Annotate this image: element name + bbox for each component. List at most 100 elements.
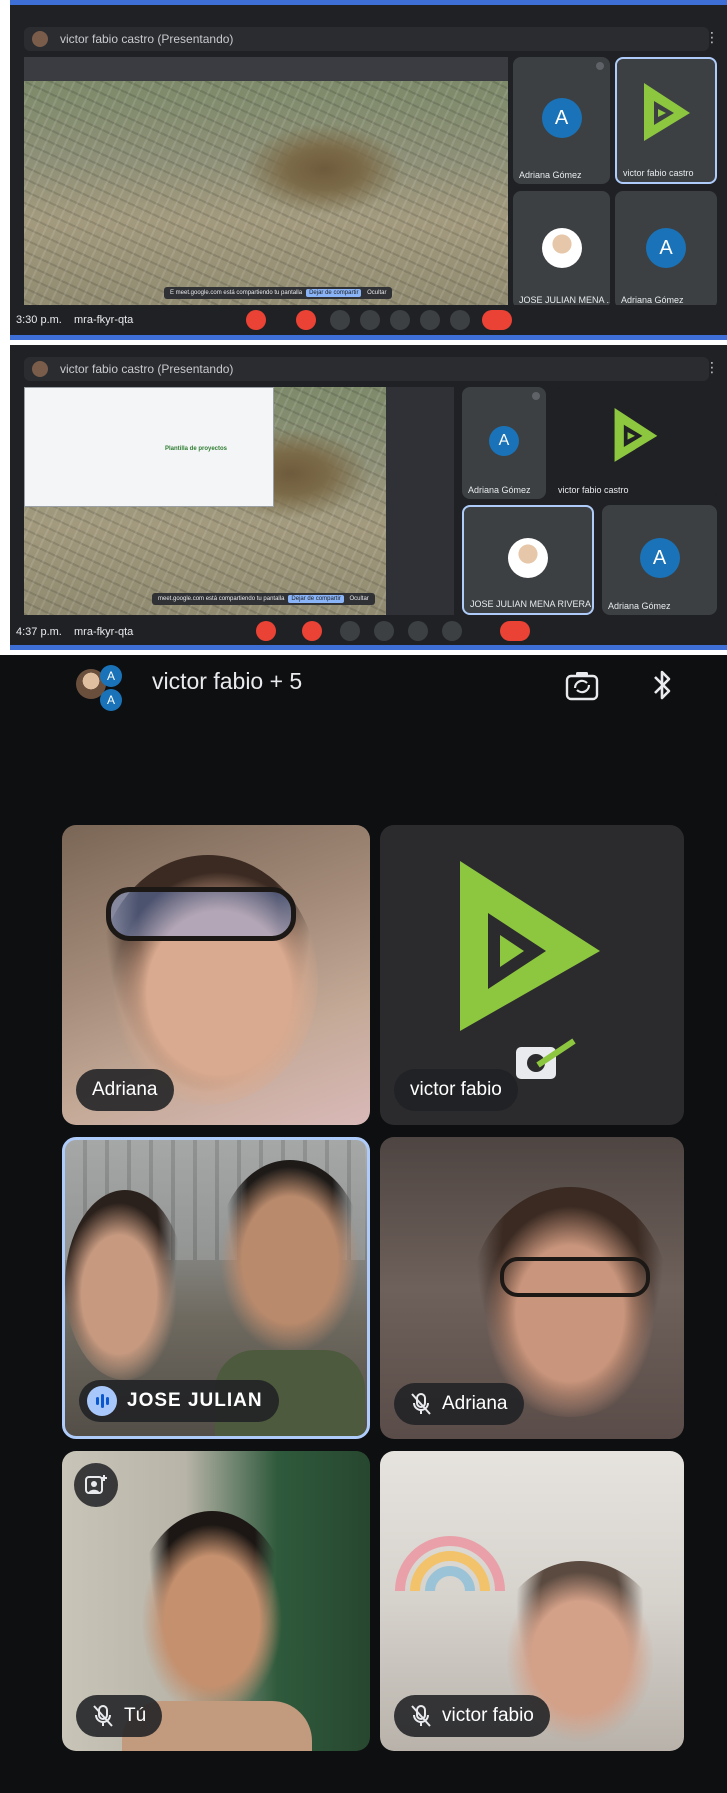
participant-tile[interactable]: A Adriana Gómez: [615, 191, 717, 309]
avatar: A: [646, 227, 686, 268]
participant-name: JOSE JULIAN MENA RIVERA: [470, 599, 592, 609]
participant-name: Adriana Gómez: [621, 295, 684, 305]
meeting-time: 4:37 p.m.: [16, 626, 62, 638]
present-screen-button[interactable]: [330, 310, 350, 330]
present-screen-button[interactable]: [340, 621, 360, 641]
participant-tile[interactable]: victor fabio castro: [552, 387, 717, 499]
stop-sharing-button[interactable]: Dejar de compartir: [306, 289, 362, 297]
mobile-meet-call: A A victor fabio + 5 Adriana victor fabi…: [0, 655, 727, 1793]
raise-hand-button[interactable]: [420, 310, 440, 330]
add-effect-button[interactable]: [74, 1463, 118, 1507]
participant-tile[interactable]: JOSE JULIAN: [62, 1137, 370, 1439]
avatar: A: [489, 425, 519, 456]
captions-button[interactable]: [390, 310, 410, 330]
participant-name: Adriana: [92, 1079, 158, 1100]
mic-off-icon: [411, 1393, 431, 1415]
participant-name: JOSE JULIAN: [127, 1390, 263, 1411]
bluetooth-icon[interactable]: [650, 667, 674, 703]
participant-tile[interactable]: victor fabio: [380, 825, 684, 1125]
shared-screen: E meet.google.com está compartiendo tu p…: [24, 57, 508, 313]
participant-name: JOSE JULIAN MENA ...: [519, 295, 610, 305]
participant-tile[interactable]: A Adriana Gómez: [462, 387, 546, 499]
participant-tile[interactable]: victor fabio: [380, 1451, 684, 1751]
participant-name: Adriana Gómez: [608, 601, 671, 611]
participant-tile[interactable]: A Adriana Gómez: [513, 57, 610, 184]
participant-name-label: JOSE JULIAN: [79, 1380, 279, 1422]
screen-share-toast: E meet.google.com está compartiendo tu p…: [164, 287, 393, 299]
participant-name-label: victor fabio: [394, 1069, 518, 1111]
participant-name-label: Adriana: [76, 1069, 174, 1111]
presenting-title-bar: victor fabio castro (Presentando): [24, 357, 709, 381]
mic-off-icon: [411, 1705, 431, 1727]
meeting-code: mra-fkyr-qta: [74, 314, 134, 326]
participant-video: [215, 1160, 365, 1360]
participant-tile[interactable]: JOSE JULIAN MENA RIVERA: [462, 505, 594, 615]
more-options-button[interactable]: [450, 310, 470, 330]
participant-tile[interactable]: A Adriana Gómez: [602, 505, 717, 615]
hide-button[interactable]: Ocultar: [367, 290, 386, 296]
raise-hand-button[interactable]: [442, 621, 462, 641]
captions-button[interactable]: [408, 621, 428, 641]
speaking-indicator-icon: [87, 1386, 117, 1416]
presenting-title-bar: victor fabio castro (Presentando): [24, 27, 709, 51]
company-logo-icon: [460, 861, 600, 1031]
sidebar-panel: [386, 387, 454, 615]
add-person-icon: [85, 1475, 107, 1494]
leave-call-button[interactable]: [482, 310, 512, 330]
presenter-avatar: [32, 31, 48, 47]
participant-tile[interactable]: victor fabio castro: [615, 57, 717, 184]
participant-name: victor fabio: [410, 1079, 502, 1100]
participant-name-label: Tú: [76, 1695, 163, 1737]
glasses: [500, 1257, 650, 1297]
app-toolbar: [24, 57, 508, 81]
hide-button[interactable]: Ocultar: [349, 596, 368, 602]
emoji-button[interactable]: [360, 310, 380, 330]
participant-video: [132, 1511, 292, 1731]
presenter-avatar: [32, 361, 48, 377]
camera-off-icon: [516, 1038, 576, 1079]
participant-tile[interactable]: JOSE JULIAN MENA ...: [513, 191, 610, 309]
stop-sharing-button[interactable]: Dejar de compartir: [288, 595, 344, 603]
leave-call-button[interactable]: [500, 621, 530, 641]
participant-name: victor fabio castro: [558, 485, 629, 495]
mic-off-icon: [93, 1705, 113, 1727]
meeting-time: 3:30 p.m.: [16, 314, 62, 326]
presenting-title: victor fabio castro (Presentando): [60, 362, 234, 376]
shared-screen: Plantilla de proyectos meet.google.com e…: [24, 387, 454, 615]
microphone-off-button[interactable]: [256, 621, 276, 641]
participant-tile[interactable]: Adriana: [62, 825, 370, 1125]
meeting-control-bar: 4:37 p.m. mra-fkyr-qta: [10, 617, 727, 645]
switch-camera-icon[interactable]: [565, 670, 599, 702]
call-title[interactable]: victor fabio + 5: [152, 668, 302, 695]
mic-indicator-icon: [596, 62, 604, 70]
microphone-off-button[interactable]: [246, 310, 266, 330]
participant-name: Adriana Gómez: [519, 170, 582, 180]
document-title: Plantilla de proyectos: [165, 446, 228, 452]
avatar: [508, 537, 548, 578]
more-options-icon[interactable]: ⋮: [705, 359, 719, 377]
wall-decoration: [395, 1536, 505, 1592]
document-window: Plantilla de proyectos: [24, 387, 274, 507]
meeting-control-bar: 3:30 p.m. mra-fkyr-qta: [10, 305, 727, 335]
company-logo-icon: [644, 82, 690, 141]
glasses: [106, 887, 296, 941]
participant-name: victor fabio: [442, 1705, 534, 1726]
camera-off-button[interactable]: [302, 621, 322, 641]
participant-name: victor fabio castro: [623, 168, 694, 178]
more-options-icon[interactable]: ⋮: [705, 29, 719, 47]
camera-off-button[interactable]: [296, 310, 316, 330]
participant-tile[interactable]: Tú: [62, 1451, 370, 1751]
satellite-terrain-view: [24, 81, 508, 313]
company-logo-icon: [614, 408, 657, 462]
participant-video: [65, 1190, 185, 1380]
mic-indicator-icon: [532, 392, 540, 400]
avatar: A: [100, 665, 122, 687]
avatar: [541, 227, 582, 268]
avatar: A: [639, 537, 680, 578]
participant-name: Adriana: [442, 1393, 508, 1414]
emoji-button[interactable]: [374, 621, 394, 641]
participant-name-label: victor fabio: [394, 1695, 550, 1737]
screen-share-toast: meet.google.com está compartiendo tu pan…: [152, 593, 375, 605]
participant-tile[interactable]: Adriana: [380, 1137, 684, 1439]
meeting-code: mra-fkyr-qta: [74, 626, 134, 638]
